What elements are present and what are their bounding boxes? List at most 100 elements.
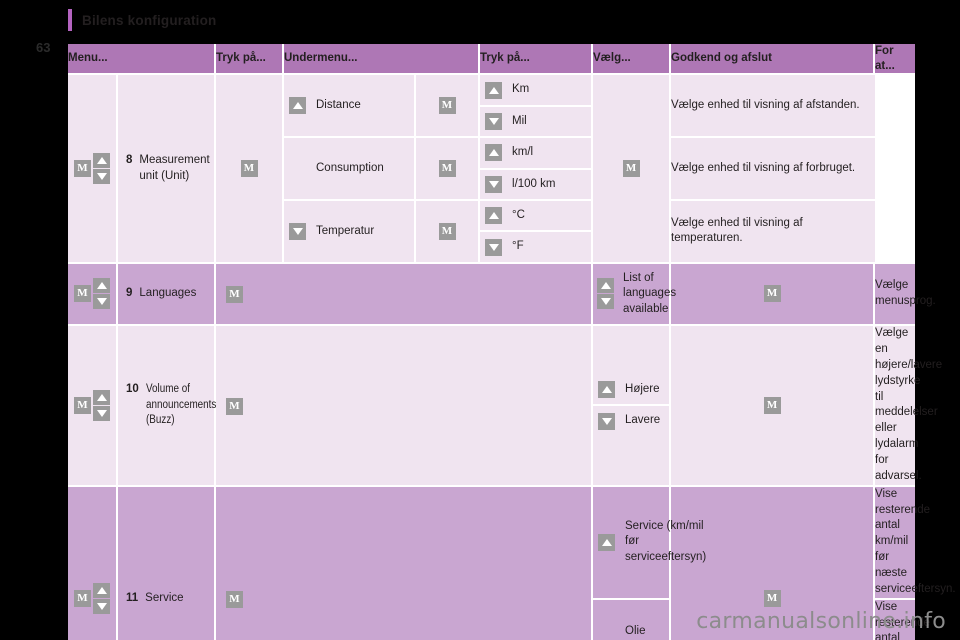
row10-menu-label: 10 Volume of announcements (Buzz) bbox=[118, 374, 217, 437]
table-header-row: Menu... Tryk på... Undermenu... Tryk på.… bbox=[68, 44, 915, 76]
select-option-label: Olie (km/mil før olieskift) bbox=[625, 625, 646, 638]
row8-press-cell: M bbox=[216, 75, 284, 264]
purpose-text: Vælge enhed til visning af forbruget. bbox=[671, 138, 876, 202]
select-option-icon-wrap[interactable] bbox=[480, 108, 508, 135]
arrow-up-icon[interactable] bbox=[598, 533, 616, 551]
row9-menu-label-cell: 9 Languages bbox=[118, 263, 216, 327]
arrow-up-icon[interactable] bbox=[93, 389, 110, 405]
m-button-icon[interactable]: M bbox=[438, 222, 456, 240]
arrow-up-icon[interactable] bbox=[289, 97, 306, 115]
arrow-up-icon[interactable] bbox=[598, 381, 616, 399]
arrow-down-icon[interactable] bbox=[93, 405, 110, 421]
submenu-3-icon-wrap[interactable] bbox=[284, 218, 312, 245]
row11-select-cell-1[interactable]: Service (km/mil før serviceeftersyn) bbox=[593, 486, 706, 600]
select-options-2: km/l l/100 km bbox=[480, 138, 592, 200]
select-option-icon-wrap[interactable] bbox=[480, 171, 508, 198]
arrow-down-icon[interactable] bbox=[485, 238, 503, 256]
row9-menu-icons-cell: M bbox=[68, 263, 118, 327]
menu-label-line2: unit (Unit) bbox=[139, 169, 190, 182]
col-header-submenu: Undermenu... bbox=[284, 44, 481, 76]
select-option[interactable]: l/100 km bbox=[480, 169, 592, 200]
arrow-down-icon[interactable] bbox=[485, 113, 503, 131]
row9-updown-wrap[interactable] bbox=[593, 274, 619, 313]
arrow-down-icon[interactable] bbox=[598, 412, 616, 430]
arrow-down-icon[interactable] bbox=[93, 294, 110, 310]
table-row: M 11 Service M Service (km/mil før servi… bbox=[68, 486, 956, 640]
m-button-icon[interactable]: M bbox=[240, 160, 258, 178]
row8-confirm-wrap: M bbox=[593, 156, 669, 182]
m-button-icon[interactable]: M bbox=[74, 285, 91, 303]
select-option-label: km/l bbox=[512, 146, 534, 159]
row11-press-cell: M bbox=[216, 486, 594, 640]
arrow-down-icon[interactable] bbox=[93, 599, 110, 615]
m-button-icon[interactable]: M bbox=[74, 590, 91, 608]
m-button-icon[interactable]: M bbox=[226, 591, 243, 609]
arrow-up-icon[interactable] bbox=[597, 278, 615, 294]
select-option-icon-wrap[interactable] bbox=[593, 529, 621, 556]
submenu-1-icon-wrap[interactable] bbox=[284, 92, 312, 119]
m-button-icon[interactable]: M bbox=[763, 590, 781, 608]
up-down-buttons[interactable] bbox=[93, 278, 110, 310]
col-header-purpose: For at... bbox=[875, 44, 915, 76]
up-down-buttons[interactable] bbox=[93, 583, 110, 615]
arrow-down-icon[interactable] bbox=[289, 222, 306, 240]
col-header-menu: Menu... bbox=[68, 44, 216, 76]
select-option[interactable]: Mil bbox=[480, 106, 592, 137]
m-button-icon[interactable]: M bbox=[622, 160, 640, 178]
menu-label-line1: Service bbox=[145, 591, 184, 604]
select-option[interactable]: km/l bbox=[480, 138, 592, 170]
select-option-icon-wrap[interactable] bbox=[480, 77, 508, 104]
row11-select-row-1: Service (km/mil før serviceeftersyn) bbox=[593, 512, 706, 572]
m-button-icon[interactable]: M bbox=[74, 396, 91, 414]
select-option[interactable]: Højere bbox=[593, 374, 670, 407]
select-option-label: Mil bbox=[512, 114, 527, 127]
arrow-up-icon[interactable] bbox=[93, 153, 110, 169]
select-option-icon-wrap[interactable] bbox=[480, 234, 508, 261]
submenu-2-press-wrap: M bbox=[416, 156, 478, 182]
up-down-buttons[interactable] bbox=[93, 153, 110, 185]
select-option-icon-wrap[interactable] bbox=[593, 376, 621, 403]
menu-label-line2: announcements bbox=[145, 398, 217, 411]
select-option-label: Højere bbox=[625, 382, 660, 395]
m-button-icon[interactable]: M bbox=[226, 286, 243, 304]
row11-press-wrap: M bbox=[216, 581, 591, 616]
up-down-buttons[interactable] bbox=[93, 389, 110, 421]
arrow-up-icon[interactable] bbox=[485, 81, 503, 99]
m-button-icon[interactable]: M bbox=[74, 160, 91, 178]
select-option[interactable]: °C bbox=[480, 201, 592, 233]
select-option[interactable]: °F bbox=[480, 232, 592, 262]
m-button-icon[interactable]: M bbox=[226, 397, 243, 415]
row11-menu-icons-cell: M bbox=[68, 486, 118, 640]
arrow-up-icon[interactable] bbox=[485, 207, 503, 225]
m-button-icon[interactable]: M bbox=[763, 285, 781, 303]
row11-menu-icons: M bbox=[68, 577, 116, 620]
menu-label-line1: Volume of bbox=[145, 383, 190, 396]
select-option-icon-wrap[interactable] bbox=[480, 202, 508, 229]
arrow-down-icon[interactable] bbox=[485, 175, 503, 193]
submenu-2-cell: Consumption bbox=[284, 138, 416, 202]
select-option-icon-wrap[interactable] bbox=[593, 408, 621, 435]
row9-select-cell[interactable]: List of languages available bbox=[593, 263, 676, 327]
row10-confirm-wrap: M bbox=[671, 392, 873, 418]
m-button-icon[interactable]: M bbox=[763, 396, 781, 414]
row8-press-icon-wrap: M bbox=[216, 156, 282, 182]
row9-press-wrap: M bbox=[216, 276, 591, 311]
arrow-up-icon[interactable] bbox=[93, 278, 110, 294]
row11-select-cell-2[interactable]: Olie (km/mil før olieskift) bbox=[593, 599, 672, 640]
row9-confirm-cell: M bbox=[671, 263, 876, 327]
table-row: M 10 Volume of announcements (Buzz) M Hø… bbox=[68, 326, 942, 487]
row10-menu-label-cell: 10 Volume of announcements (Buzz) bbox=[118, 326, 216, 487]
m-button-icon[interactable]: M bbox=[438, 160, 456, 178]
m-button-icon[interactable]: M bbox=[438, 97, 456, 115]
row8-menu-icons-cell: M bbox=[68, 75, 118, 264]
select-options-1-cell: Km Mil bbox=[480, 75, 594, 139]
arrow-up-icon[interactable] bbox=[93, 583, 110, 599]
arrow-down-icon[interactable] bbox=[93, 169, 110, 185]
arrow-up-icon[interactable] bbox=[485, 144, 503, 162]
select-option[interactable]: Lavere bbox=[593, 406, 670, 436]
select-option-label: l/100 km bbox=[512, 177, 556, 190]
row9-press-cell: M bbox=[216, 263, 594, 327]
select-option[interactable]: Km bbox=[480, 75, 592, 107]
select-option-icon-wrap[interactable] bbox=[480, 139, 508, 166]
arrow-down-icon[interactable] bbox=[597, 294, 615, 310]
